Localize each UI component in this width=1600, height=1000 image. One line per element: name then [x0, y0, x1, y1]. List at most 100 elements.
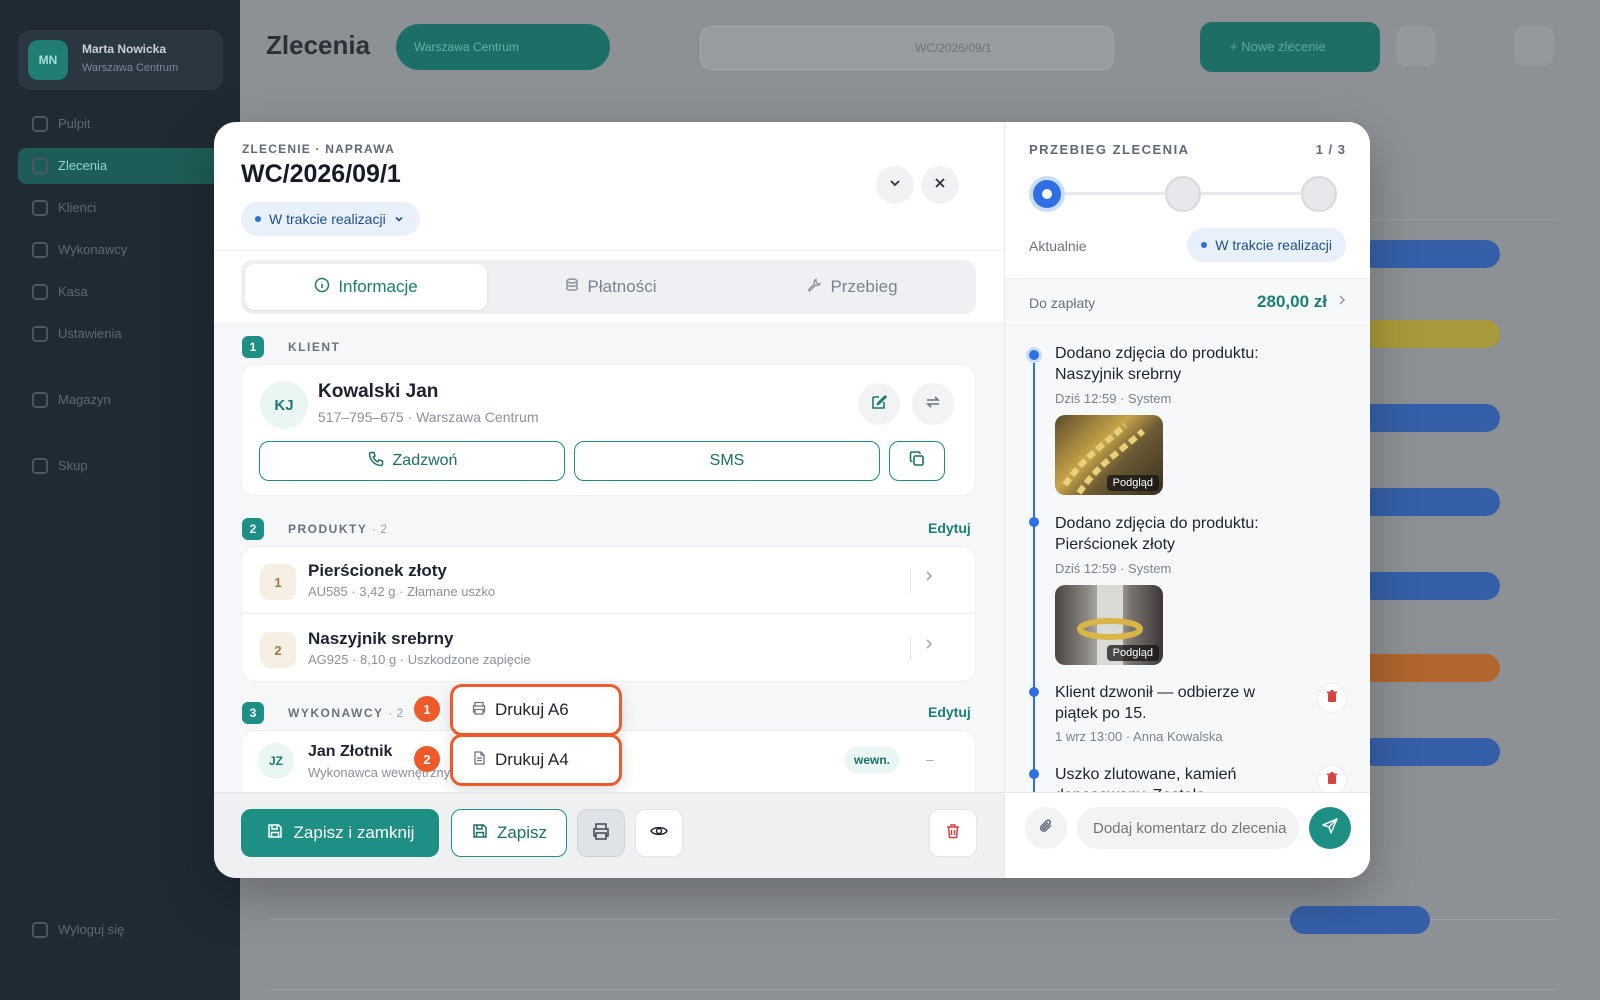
section-label: WYKONAWCY · 2 — [288, 706, 404, 720]
save-button[interactable]: Zapisz — [451, 809, 567, 857]
sidebar-item-ustawienia[interactable]: Ustawienia — [18, 316, 218, 352]
preview-caption: Podgląd — [1106, 645, 1159, 661]
sidebar-item-klienci[interactable]: Klienci — [18, 190, 218, 226]
progress-line — [1199, 192, 1301, 195]
section-number: 3 — [242, 702, 264, 724]
photo-thumbnail[interactable]: Podgląd — [1055, 585, 1163, 665]
client-avatar: KJ — [260, 381, 308, 429]
search-box[interactable]: WC/2026/09/1 — [700, 26, 1114, 70]
tag-icon — [32, 458, 48, 474]
paperclip-icon — [1037, 817, 1055, 840]
chevron-right-icon — [924, 569, 934, 588]
save-and-close-label: Zapisz i zamknij — [293, 823, 415, 842]
status-badge — [1360, 240, 1500, 268]
close-button[interactable] — [921, 166, 959, 204]
section-number: 1 — [242, 336, 264, 358]
sms-label: SMS — [709, 452, 745, 469]
divider — [910, 637, 911, 661]
account-icon[interactable] — [1514, 26, 1554, 66]
collapse-button[interactable] — [876, 166, 914, 204]
gear-icon — [32, 326, 48, 342]
client-details: 517–795–675 · Warszawa Centrum — [318, 409, 539, 425]
swap-client-button[interactable] — [912, 383, 954, 425]
product-number: 2 — [260, 632, 296, 668]
page-title: Zlecenia — [266, 30, 371, 60]
call-button[interactable]: Zadzwoń — [259, 441, 565, 481]
attach-button[interactable] — [1025, 807, 1067, 849]
comment-composer — [1005, 792, 1370, 878]
sidebar-item-pulpit[interactable]: Pulpit — [18, 106, 218, 142]
edit-client-button[interactable] — [858, 383, 900, 425]
swap-icon — [924, 393, 942, 416]
divider — [910, 569, 911, 593]
preview-caption: Podgląd — [1106, 475, 1159, 491]
products-card: 1 Pierścionek złoty AU585 · 3,42 g · Zła… — [241, 546, 977, 682]
copy-button[interactable] — [889, 441, 945, 481]
user-icon — [32, 200, 48, 216]
send-button[interactable] — [1309, 807, 1351, 849]
sms-button[interactable]: SMS — [574, 441, 880, 481]
preview-button[interactable] — [635, 809, 683, 857]
sidebar-item-skup[interactable]: Skup — [18, 448, 218, 484]
new-order-button[interactable]: + Nowe zlecenie — [1200, 22, 1380, 72]
order-number: WC/2026/09/1 — [241, 160, 401, 188]
timeline-dot — [1029, 769, 1039, 779]
close-icon — [933, 176, 947, 195]
chevron-down-icon — [888, 176, 902, 195]
printer-icon — [471, 700, 487, 721]
table-row[interactable] — [268, 930, 1558, 990]
box-icon — [32, 392, 48, 408]
user-location: Warszawa Centrum — [82, 62, 179, 74]
logout-button[interactable]: Wyloguj się — [18, 912, 218, 948]
print-button[interactable] — [577, 809, 625, 857]
tab-label: Informacje — [338, 277, 418, 296]
status-dropdown[interactable]: W trakcie realizacji — [241, 202, 420, 236]
tab-label: Płatności — [587, 277, 657, 296]
print-a4-option[interactable]: Drukuj A4 — [450, 734, 622, 786]
comment-input[interactable] — [1077, 807, 1299, 849]
list-item[interactable]: 2 Naszyjnik srebrny AG925 · 8,10 g · Usz… — [242, 615, 977, 682]
sidebar-item-kasa[interactable]: Kasa — [18, 274, 218, 310]
status-label: W trakcie realizacji — [1215, 237, 1332, 253]
app-sidebar: MN Marta Nowicka Warszawa Centrum Pulpit… — [0, 0, 240, 1000]
delete-order-button[interactable] — [929, 809, 977, 857]
event-title: Dodano zdjęcia do produktu: Pierścionek … — [1055, 515, 1259, 553]
calendar-icon[interactable] — [1396, 26, 1436, 66]
edit-performers-link[interactable]: Edytuj — [928, 704, 971, 720]
tab-informacje[interactable]: Informacje — [245, 264, 487, 310]
activity-feed: Dodano zdjęcia do produktu: Naszyjnik sr… — [1005, 327, 1370, 792]
user-card[interactable]: MN Marta Nowicka Warszawa Centrum — [18, 30, 223, 90]
database-icon — [564, 277, 580, 298]
list-item[interactable]: 1 Pierścionek złoty AU585 · 3,42 g · Zła… — [242, 547, 977, 614]
wrench-icon — [806, 277, 822, 298]
payment-amount: 280,00 zł — [1257, 292, 1327, 311]
status-dot — [255, 216, 261, 222]
payment-summary[interactable]: Do zapłaty 280,00 zł — [1005, 278, 1370, 326]
chevron-down-icon — [394, 211, 404, 227]
save-and-close-button[interactable]: Zapisz i zamknij — [241, 809, 439, 857]
save-icon — [266, 822, 284, 845]
performer-name: Jan Złotnik — [308, 743, 393, 760]
delete-comment-button[interactable] — [1317, 683, 1347, 713]
tab-platnosci[interactable]: Płatności — [489, 264, 731, 310]
timeline-dot — [1026, 347, 1042, 363]
info-icon — [314, 277, 330, 298]
print-a6-option[interactable]: Drukuj A6 — [450, 684, 622, 736]
event-meta: Dziś 12:59 · System — [1055, 561, 1172, 576]
edit-products-link[interactable]: Edytuj — [928, 520, 971, 536]
sidebar-item-wykonawcy[interactable]: Wykonawcy — [18, 232, 218, 268]
status-badge — [1360, 738, 1500, 766]
sidebar-item-magazyn[interactable]: Magazyn — [18, 382, 218, 418]
sidebar-item-zlecenia[interactable]: Zlecenia — [18, 148, 218, 184]
photo-thumbnail[interactable]: Podgląd — [1055, 415, 1163, 495]
section-count: · 2 — [388, 706, 404, 720]
timeline-dot — [1029, 687, 1039, 697]
client-name: Kowalski Jan — [318, 381, 439, 402]
product-number: 1 — [260, 564, 296, 600]
progress-step-current — [1029, 176, 1065, 212]
print-a6-label: Drukuj A6 — [495, 700, 569, 719]
progress-line — [1063, 192, 1165, 195]
location-selector[interactable]: Warszawa Centrum — [396, 24, 610, 70]
tab-przebieg[interactable]: Przebieg — [731, 264, 973, 310]
delete-comment-button[interactable] — [1317, 765, 1347, 792]
